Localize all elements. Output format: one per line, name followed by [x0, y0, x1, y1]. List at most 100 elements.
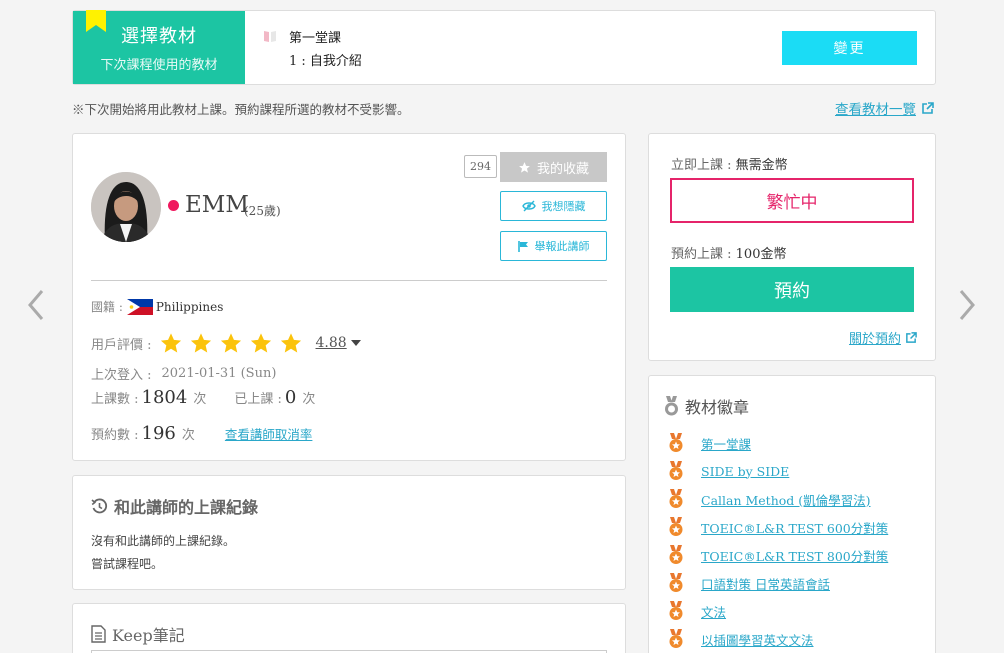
lesson-unit: 1 : 自我介紹	[289, 53, 362, 69]
reserve-lesson-row: 預約上課 : 100金幣	[671, 243, 786, 262]
hide-teacher-button[interactable]: 我想隱藏	[500, 191, 607, 221]
teacher-age: (25歲)	[244, 204, 281, 218]
material-notice: ※下次開始將用此教材上課。預約課程所選的教材不受影響。	[72, 102, 410, 117]
favorite-button[interactable]: 我的收藏	[500, 152, 607, 182]
report-teacher-label: 舉報此講師	[534, 240, 590, 253]
change-material-button[interactable]: 變更	[782, 31, 917, 65]
view-materials-label: 查看教材一覽	[835, 102, 916, 118]
teacher-avatar	[91, 172, 161, 242]
medal-icon	[669, 461, 683, 480]
badge-list-item: TOEIC®L&R TEST 800分對策	[669, 541, 888, 569]
badge-link[interactable]: Callan Method (凱倫學習法)	[701, 490, 871, 509]
badge-link[interactable]: SIDE by SIDE	[701, 464, 789, 479]
badge-list-item: SIDE by SIDE	[669, 457, 888, 485]
material-badges-card: 教材徽章 第一堂課 SIDE by SIDE Callan Method (凱倫學習…	[648, 375, 936, 653]
current-lesson: 第一堂課 1 : 自我介紹	[263, 27, 362, 69]
medal-icon	[669, 601, 683, 620]
about-reservation-link[interactable]: 關於預約	[849, 328, 917, 347]
view-materials-link[interactable]: 查看教材一覽	[835, 98, 934, 118]
taken-value: 0	[284, 387, 297, 408]
badge-link[interactable]: 口語對策 日常英語會話	[701, 574, 830, 593]
caret-down-icon[interactable]	[350, 340, 361, 346]
online-status-dot	[168, 200, 179, 211]
badge-link[interactable]: TOEIC®L&R TEST 600分對策	[701, 518, 888, 537]
keep-notes-card: Keep筆記	[72, 603, 626, 653]
history-try-message: 嘗試課程吧。	[91, 557, 164, 571]
instant-lesson-row: 立即上課 : 無需金幣	[671, 154, 788, 173]
rating-star-icon	[280, 333, 301, 353]
keep-title-text: Keep筆記	[112, 626, 185, 645]
medal-icon	[669, 629, 683, 648]
last-login-row: 上次登入 : 2021-01-31 (Sun)	[91, 364, 276, 383]
bookmark-icon	[86, 10, 106, 32]
badges-title: 教材徽章	[664, 394, 749, 418]
history-title: 和此講師的上課紀錄	[91, 494, 258, 518]
external-link-icon	[922, 101, 934, 114]
select-material-title: 選擇教材	[121, 26, 197, 47]
next-arrow-icon[interactable]	[957, 288, 977, 322]
rating-star-icon	[160, 333, 181, 353]
teacher-profile-card: EMM (25歲) 294 我的收藏 我想隱藏 舉報此講師 國籍 : Phili…	[72, 133, 626, 461]
flag-icon	[517, 240, 528, 252]
lesson-history-card: 和此講師的上課紀錄 沒有和此講師的上課紀錄。 嘗試課程吧。	[72, 475, 626, 590]
reserve-button[interactable]: 預約	[670, 267, 914, 312]
badge-list-item: 第一堂課	[669, 429, 888, 457]
philippines-flag-icon	[126, 298, 153, 315]
star-icon	[519, 161, 530, 173]
lessons-row: 上課數 : 1804 次 已上課 : 0 次	[91, 387, 315, 408]
medal-icon	[665, 395, 678, 415]
book-icon	[264, 30, 276, 42]
medal-icon	[669, 489, 683, 508]
material-banner: 選擇教材 下次課程使用的教材 第一堂課 1 : 自我介紹 變更	[72, 10, 936, 85]
reservations-label: 預約數 :	[91, 428, 139, 443]
lessons-value: 1804	[141, 387, 188, 408]
select-material-box: 選擇教材 下次課程使用的教材	[73, 10, 245, 84]
rating-value[interactable]: 4.88	[316, 335, 347, 351]
instant-lesson-value: 無需金幣	[735, 158, 788, 173]
badge-list-item: TOEIC®L&R TEST 600分對策	[669, 513, 888, 541]
history-empty-message: 沒有和此講師的上課紀錄。	[91, 534, 236, 548]
history-icon	[91, 498, 108, 513]
badge-link[interactable]: TOEIC®L&R TEST 800分對策	[701, 546, 888, 565]
taken-label: 已上課 :	[234, 392, 282, 407]
note-icon	[91, 625, 106, 643]
medal-icon	[669, 573, 683, 592]
lessons-label: 上課數 :	[91, 392, 139, 407]
cancel-rate-link[interactable]: 查看講師取消率	[225, 424, 313, 443]
history-title-text: 和此講師的上課紀錄	[114, 498, 259, 517]
badge-list: 第一堂課 SIDE by SIDE Callan Method (凱倫學習法) TOE…	[669, 429, 888, 653]
select-material-subtitle: 下次課程使用的教材	[100, 58, 218, 73]
about-reservation-label: 關於預約	[848, 332, 901, 347]
lesson-name: 第一堂課	[289, 30, 342, 46]
badge-link[interactable]: 文法	[701, 602, 726, 621]
rating-star-icon	[220, 333, 241, 353]
report-teacher-button[interactable]: 舉報此講師	[500, 231, 607, 261]
medal-icon	[669, 545, 683, 564]
rating-star-icon	[190, 333, 211, 353]
keep-title: Keep筆記	[91, 622, 185, 646]
taken-unit: 次	[302, 392, 316, 407]
eye-slash-icon	[521, 200, 536, 212]
external-link-icon	[906, 331, 917, 343]
country-label: 國籍 :	[91, 300, 123, 314]
instant-lesson-label: 立即上課 :	[671, 158, 732, 173]
favorite-count: 294	[464, 155, 497, 178]
medal-icon	[669, 517, 683, 536]
badge-link[interactable]: 以插圖學習英文文法	[701, 630, 814, 649]
country-row: 國籍 : Philippines	[91, 298, 223, 315]
favorite-label: 我的收藏	[536, 161, 589, 177]
medal-icon	[669, 433, 683, 452]
lessons-unit: 次	[193, 392, 207, 407]
reservations-row: 預約數 : 196 次 查看講師取消率	[91, 423, 312, 444]
rating-stars	[160, 332, 302, 354]
previous-arrow-icon[interactable]	[26, 288, 46, 322]
booking-card: 立即上課 : 無需金幣 繁忙中 預約上課 : 100金幣 預約 關於預約	[648, 133, 936, 361]
badge-list-item: 口語對策 日常英語會話	[669, 569, 888, 597]
country-value: Philippines	[155, 299, 224, 314]
last-login-value: 2021-01-31 (Sun)	[161, 366, 277, 381]
hide-teacher-label: 我想隱藏	[541, 200, 586, 213]
badge-link[interactable]: 第一堂課	[701, 434, 751, 453]
teacher-name: EMM	[185, 192, 249, 218]
badge-list-item: 以插圖學習英文文法	[669, 625, 888, 653]
badge-list-item: 文法	[669, 597, 888, 625]
